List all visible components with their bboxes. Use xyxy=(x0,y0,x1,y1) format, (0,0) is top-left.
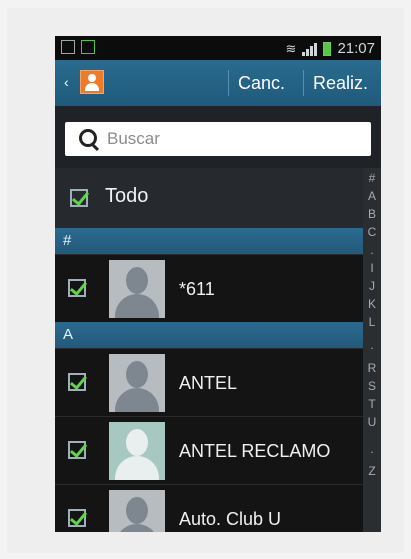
transfer-notification-icon xyxy=(81,40,95,54)
index-letter[interactable]: S xyxy=(363,379,381,393)
search-icon xyxy=(79,129,97,147)
divider xyxy=(303,70,304,96)
contact-row[interactable]: Auto. Club U xyxy=(55,484,363,532)
index-letter[interactable]: C xyxy=(363,225,381,239)
section-header: A xyxy=(55,322,363,348)
checkbox-checked-icon[interactable] xyxy=(68,509,86,527)
back-chevron-icon[interactable]: ‹ xyxy=(64,74,69,90)
contact-name: ANTEL RECLAMO xyxy=(179,441,331,461)
screenshot-notification-icon xyxy=(61,40,75,54)
default-avatar-icon xyxy=(109,260,165,318)
default-avatar-icon xyxy=(109,354,165,412)
cancel-button[interactable]: Canc. xyxy=(238,73,285,94)
battery-icon xyxy=(323,41,332,56)
index-letter[interactable]: L xyxy=(363,315,381,329)
section-header-label: A xyxy=(63,326,74,343)
default-avatar-icon xyxy=(109,490,165,532)
checkbox-checked-icon[interactable] xyxy=(68,441,86,459)
index-letter[interactable]: Z xyxy=(363,464,381,478)
status-bar: ≋ 21:07 xyxy=(55,36,381,60)
contact-row[interactable]: ANTEL xyxy=(55,348,363,416)
index-letter[interactable]: T xyxy=(363,397,381,411)
select-all-row[interactable]: Todo xyxy=(55,168,363,228)
signal-icon xyxy=(302,42,318,56)
search-input[interactable] xyxy=(107,129,357,149)
checkbox-checked-icon[interactable] xyxy=(70,189,88,207)
index-letter[interactable]: J xyxy=(363,279,381,293)
contact-name: *611 xyxy=(179,279,215,299)
select-all-label: Todo xyxy=(105,185,149,207)
index-letter[interactable]: R xyxy=(363,361,381,375)
done-button[interactable]: Realiz. xyxy=(313,73,368,94)
index-letter[interactable]: K xyxy=(363,297,381,311)
index-letter[interactable]: I xyxy=(363,261,381,275)
contact-row[interactable]: *611 xyxy=(55,254,363,322)
status-time: 21:07 xyxy=(337,40,375,57)
alphabet-index-scroller[interactable]: # A B C . I J K L . R S T U . Z xyxy=(363,168,381,532)
section-header: # xyxy=(55,228,363,254)
contacts-app-icon[interactable] xyxy=(80,70,104,94)
index-letter[interactable]: . xyxy=(363,442,381,456)
phone-screen: ≋ 21:07 ‹ Canc. Realiz. Todo # xyxy=(55,36,381,532)
contact-row[interactable]: ANTEL RECLAMO xyxy=(55,416,363,484)
contact-name: Auto. Club U xyxy=(179,509,282,529)
section-header-label: # xyxy=(63,232,72,249)
contact-name: ANTEL xyxy=(179,373,238,393)
checkbox-checked-icon[interactable] xyxy=(68,279,86,297)
divider xyxy=(228,70,229,96)
search-bar xyxy=(55,106,381,168)
default-avatar-icon xyxy=(109,422,165,480)
search-box[interactable] xyxy=(65,122,371,156)
index-letter[interactable]: # xyxy=(363,171,381,185)
index-letter[interactable]: A xyxy=(363,189,381,203)
index-letter[interactable]: . xyxy=(363,243,381,257)
no-sim-icon: ≋ xyxy=(285,40,297,56)
index-letter[interactable]: U xyxy=(363,415,381,429)
contact-list: Todo # *611 A ANTEL ANTEL RECLAMO Auto. … xyxy=(55,168,363,532)
index-letter[interactable]: B xyxy=(363,207,381,221)
index-letter[interactable]: . xyxy=(363,338,381,352)
action-bar: ‹ Canc. Realiz. xyxy=(55,60,381,106)
checkbox-checked-icon[interactable] xyxy=(68,373,86,391)
